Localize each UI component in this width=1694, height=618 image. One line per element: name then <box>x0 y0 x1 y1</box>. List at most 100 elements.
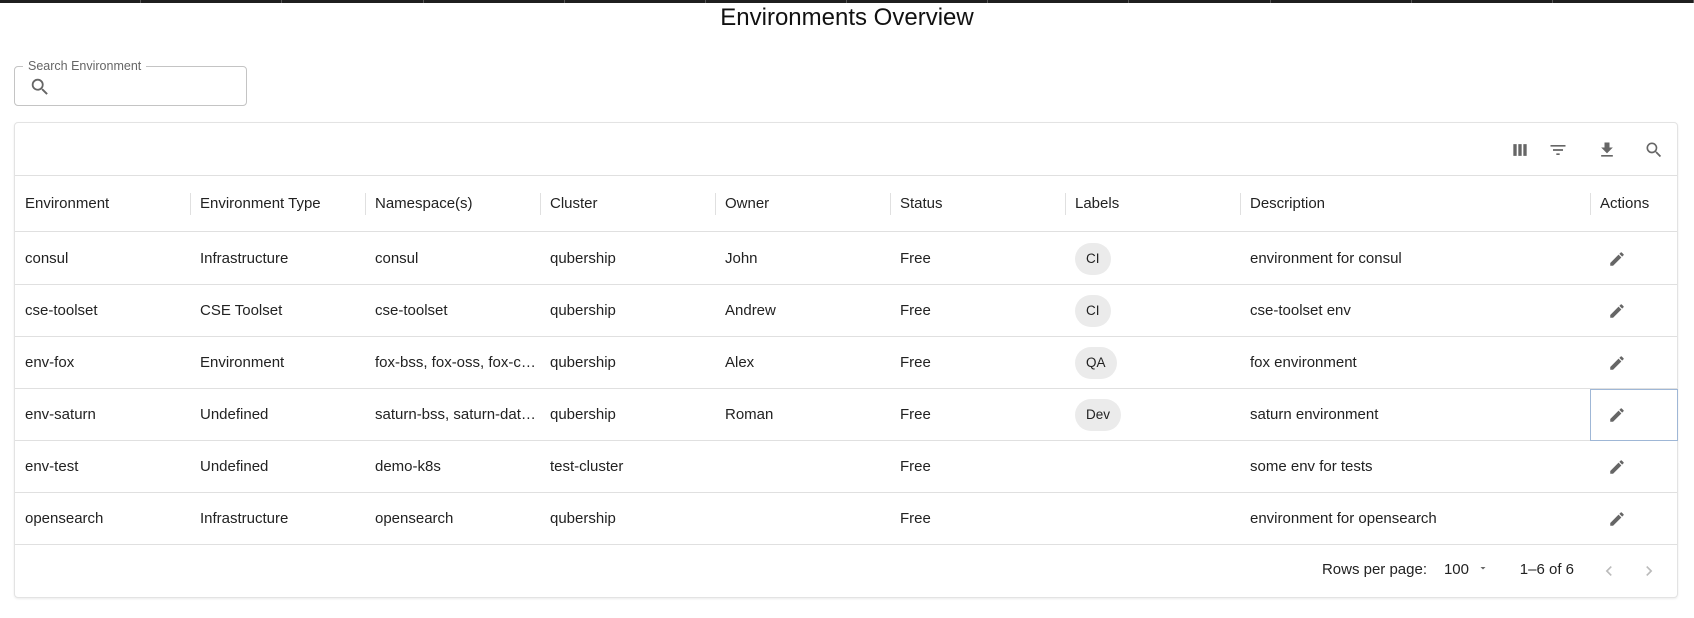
table-header: Environment Environment Type Namespace(s… <box>15 176 1677 232</box>
column-header-namespaces[interactable]: Namespace(s) <box>365 176 540 232</box>
cell-environment-type: Infrastructure <box>200 250 289 267</box>
page-range: 1–6 of 6 <box>1519 561 1574 578</box>
cell-cluster: qubership <box>550 354 616 371</box>
cell-owner <box>715 493 890 545</box>
rows-per-page-value: 100 <box>1443 561 1469 578</box>
cell-environment: env-test <box>25 458 79 475</box>
cell-status: Free <box>900 510 931 527</box>
cell-namespaces: fox-bss, fox-oss, fox-c… <box>375 354 536 371</box>
label-chip: CI <box>1075 295 1111 327</box>
edit-icon[interactable] <box>1606 352 1628 374</box>
column-header-environment-type[interactable]: Environment Type <box>190 176 365 232</box>
cell-cluster: qubership <box>550 302 616 319</box>
cell-environment: cse-toolset <box>25 302 98 319</box>
environments-table: Environment Environment Type Namespace(s… <box>14 122 1678 598</box>
table-row[interactable]: cse-toolset CSE Toolset cse-toolset qube… <box>15 285 1677 337</box>
table-row[interactable]: consul Infrastructure consul qubership J… <box>15 233 1677 285</box>
column-header-labels[interactable]: Labels <box>1065 176 1240 232</box>
cell-cluster: qubership <box>550 510 616 527</box>
filter-icon[interactable] <box>1546 138 1570 162</box>
cell-namespaces: demo-k8s <box>375 458 441 475</box>
cell-actions <box>1590 389 1678 441</box>
page-title: Environments Overview <box>720 4 974 31</box>
cell-description: some env for tests <box>1250 458 1373 475</box>
cell-cluster: qubership <box>550 406 616 423</box>
view-columns-icon[interactable] <box>1508 138 1532 162</box>
cell-status: Free <box>900 458 931 475</box>
cell-owner: John <box>725 250 758 267</box>
cell-description: environment for consul <box>1250 250 1402 267</box>
cell-cluster: qubership <box>550 250 616 267</box>
download-icon[interactable] <box>1595 138 1619 162</box>
cell-status: Free <box>900 250 931 267</box>
table-pagination: Rows per page: 100 1–6 of 6 <box>15 544 1677 597</box>
cell-cluster: test-cluster <box>550 458 624 475</box>
chevron-left-icon[interactable] <box>1597 559 1621 583</box>
cell-status: Free <box>900 302 931 319</box>
edit-icon[interactable] <box>1606 300 1628 322</box>
edit-icon[interactable] <box>1606 248 1628 270</box>
label-chip: QA <box>1075 347 1117 379</box>
cell-status: Free <box>900 354 931 371</box>
column-header-environment[interactable]: Environment <box>15 176 190 232</box>
cell-actions <box>1590 493 1678 545</box>
column-header-status[interactable]: Status <box>890 176 1065 232</box>
cell-actions <box>1590 285 1678 337</box>
cell-owner <box>715 441 890 493</box>
cell-environment-type: Undefined <box>200 406 269 423</box>
table-row[interactable]: env-saturn Undefined saturn-bss, saturn-… <box>15 389 1678 441</box>
search-icon <box>29 76 51 98</box>
cell-labels: CI <box>1065 285 1240 337</box>
edit-icon[interactable] <box>1606 508 1628 530</box>
cell-namespaces: consul <box>375 250 419 267</box>
cell-actions <box>1590 441 1678 493</box>
cell-labels: QA <box>1065 337 1240 389</box>
cell-environment-type: Environment <box>200 354 285 371</box>
edit-icon[interactable] <box>1606 404 1628 426</box>
label-chip: CI <box>1075 243 1111 275</box>
cell-environment: env-saturn <box>25 406 96 423</box>
column-header-actions: Actions <box>1590 176 1678 232</box>
cell-description: cse-toolset env <box>1250 302 1351 319</box>
cell-actions <box>1590 233 1678 285</box>
column-header-cluster[interactable]: Cluster <box>540 176 715 232</box>
cell-namespaces: cse-toolset <box>375 302 448 319</box>
cell-labels: CI <box>1065 233 1240 285</box>
table-search-icon[interactable] <box>1642 138 1666 162</box>
cell-actions <box>1590 337 1678 389</box>
cell-status: Free <box>900 406 931 423</box>
top-tab-strip <box>0 0 1694 3</box>
column-header-owner[interactable]: Owner <box>715 176 890 232</box>
cell-environment-type: Infrastructure <box>200 510 289 527</box>
cell-labels: Dev <box>1065 389 1240 441</box>
label-chip: Dev <box>1075 399 1122 431</box>
edit-icon[interactable] <box>1606 456 1628 478</box>
search-environment-field[interactable]: Search Environment <box>14 59 247 106</box>
cell-description: fox environment <box>1250 354 1357 371</box>
cell-environment: env-fox <box>25 354 75 371</box>
cell-environment: opensearch <box>25 510 104 527</box>
search-environment-input[interactable] <box>59 73 239 101</box>
cell-labels <box>1065 441 1240 493</box>
cell-environment-type: CSE Toolset <box>200 302 283 319</box>
column-header-description[interactable]: Description <box>1240 176 1590 232</box>
cell-owner: Roman <box>725 406 774 423</box>
caret-down-icon <box>1477 561 1489 578</box>
cell-environment-type: Undefined <box>200 458 269 475</box>
rows-per-page-label: Rows per page: <box>1321 561 1427 578</box>
cell-labels <box>1065 493 1240 545</box>
cell-description: environment for opensearch <box>1250 510 1437 527</box>
cell-owner: Andrew <box>725 302 776 319</box>
table-row[interactable]: env-test Undefined demo-k8s test-cluster… <box>15 441 1677 493</box>
table-row[interactable]: opensearch Infrastructure opensearch qub… <box>15 493 1677 545</box>
table-toolbar <box>15 123 1677 176</box>
table-row[interactable]: env-fox Environment fox-bss, fox-oss, fo… <box>15 337 1677 389</box>
cell-namespaces: saturn-bss, saturn-dat… <box>375 406 536 423</box>
cell-environment: consul <box>25 250 69 267</box>
cell-description: saturn environment <box>1250 406 1379 423</box>
search-environment-label: Search Environment <box>23 59 147 73</box>
cell-namespaces: opensearch <box>375 510 454 527</box>
rows-per-page-select[interactable]: 100 <box>1444 561 1489 578</box>
chevron-right-icon[interactable] <box>1637 559 1661 583</box>
cell-owner: Alex <box>725 354 755 371</box>
